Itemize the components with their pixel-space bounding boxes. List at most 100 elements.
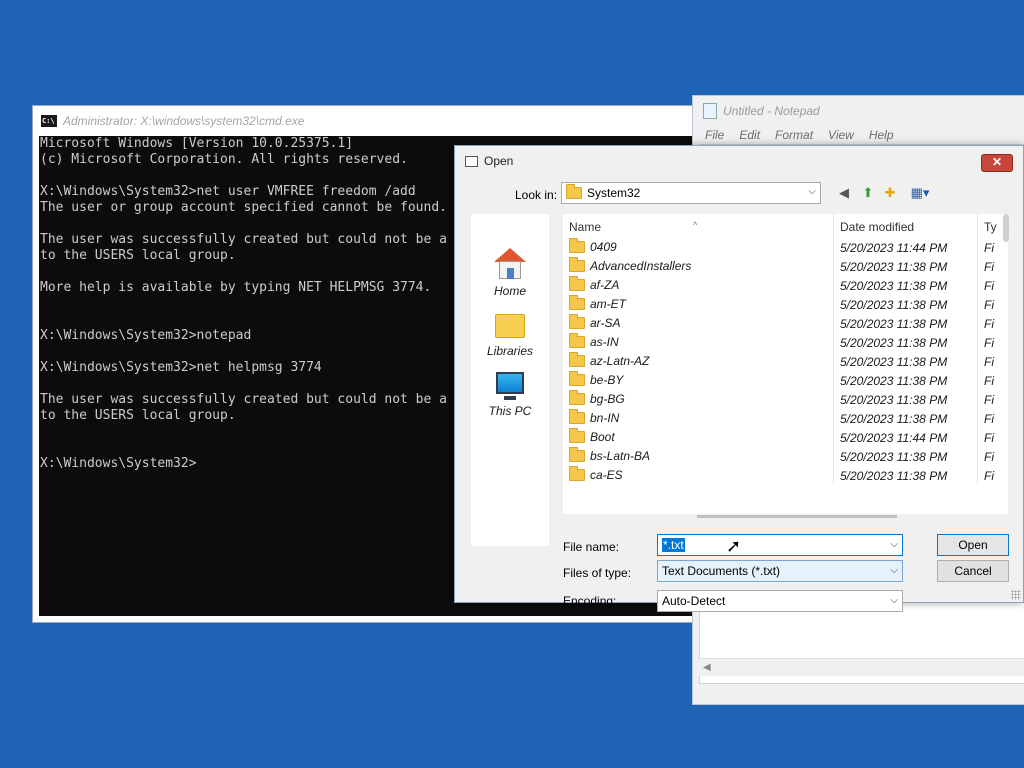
file-row[interactable]: ar-SA 5/20/2023 11:38 PM Fi (563, 314, 1008, 333)
column-date-modified[interactable]: Date modified (840, 220, 914, 234)
place-this-pc[interactable]: This PC (471, 372, 549, 418)
files-of-type-value: Text Documents (*.txt) (662, 564, 781, 578)
file-name-text: AdvancedInstallers (590, 259, 692, 273)
menu-help[interactable]: Help (869, 128, 894, 142)
encoding-value: Auto-Detect (662, 594, 726, 608)
file-row[interactable]: Boot 5/20/2023 11:44 PM Fi (563, 428, 1008, 447)
folder-icon (569, 352, 585, 367)
resize-grip-icon[interactable] (1011, 590, 1021, 600)
new-folder-icon[interactable]: ✚ (881, 184, 899, 202)
file-name-text: 0409 (590, 240, 617, 254)
folder-icon (569, 238, 585, 253)
look-in-value: System32 (587, 186, 641, 200)
places-bar: Home Libraries This PC (471, 214, 549, 546)
file-date-cell: 5/20/2023 11:38 PM (840, 279, 948, 293)
file-row[interactable]: af-ZA 5/20/2023 11:38 PM Fi (563, 276, 1008, 295)
place-label: Home (493, 284, 526, 298)
back-icon[interactable]: ◀ (835, 184, 853, 202)
file-type-cell: Fi (984, 336, 994, 350)
file-name-cell: ar-SA (569, 314, 621, 330)
look-in-label: Look in: (515, 188, 558, 202)
file-name-text: bn-IN (590, 411, 620, 425)
file-row[interactable]: am-ET 5/20/2023 11:38 PM Fi (563, 295, 1008, 314)
open-button[interactable]: Open (937, 534, 1009, 556)
file-name-text: am-ET (590, 297, 626, 311)
scroll-left-icon[interactable]: ◀ (703, 662, 711, 673)
file-date-cell: 5/20/2023 11:38 PM (840, 393, 948, 407)
file-list-horizontal-scrollbar[interactable] (697, 515, 897, 518)
notepad-menu-bar: File Edit Format View Help (693, 126, 1024, 144)
menu-file[interactable]: File (705, 128, 724, 142)
column-name[interactable]: Name (569, 220, 601, 234)
folder-icon (569, 428, 585, 443)
column-type[interactable]: Ty (984, 220, 997, 234)
cancel-button[interactable]: Cancel (937, 560, 1009, 582)
file-name-cell: as-IN (569, 333, 619, 349)
file-type-cell: Fi (984, 431, 994, 445)
chevron-down-icon[interactable]: ⌵ (808, 186, 816, 197)
file-name-cell: bn-IN (569, 409, 620, 425)
place-home[interactable]: Home (471, 248, 549, 298)
file-type-cell: Fi (984, 241, 994, 255)
file-name-cell: 0409 (569, 238, 617, 254)
file-name-text: ca-ES (590, 468, 623, 482)
notepad-horizontal-scrollbar[interactable]: ◀ (699, 658, 1024, 676)
menu-format[interactable]: Format (775, 128, 813, 142)
file-row[interactable]: bs-Latn-BA 5/20/2023 11:38 PM Fi (563, 447, 1008, 466)
chevron-down-icon[interactable]: ⌵ (890, 561, 898, 581)
chevron-down-icon[interactable]: ⌵ (890, 535, 898, 555)
folder-icon (569, 371, 585, 386)
file-row[interactable]: az-Latn-AZ 5/20/2023 11:38 PM Fi (563, 352, 1008, 371)
file-row[interactable]: be-BY 5/20/2023 11:38 PM Fi (563, 371, 1008, 390)
sort-ascending-icon: ^ (693, 220, 698, 230)
dialog-title-bar[interactable]: Open (455, 146, 1023, 176)
file-row[interactable]: ca-ES 5/20/2023 11:38 PM Fi (563, 466, 1008, 485)
file-date-cell: 5/20/2023 11:38 PM (840, 317, 948, 331)
file-name-text: bs-Latn-BA (590, 449, 651, 463)
file-type-cell: Fi (984, 317, 994, 331)
menu-view[interactable]: View (828, 128, 854, 142)
file-name-cell: be-BY (569, 371, 624, 387)
file-name-cell: Boot (569, 428, 615, 444)
mouse-cursor-icon: ➚ (726, 536, 742, 556)
file-type-cell: Fi (984, 469, 994, 483)
place-label: This PC (488, 404, 532, 418)
place-label: Libraries (486, 344, 534, 358)
file-name-cell: AdvancedInstallers (569, 257, 692, 273)
cmd-app-icon: C:\ (41, 115, 57, 127)
file-name-text: bg-BG (590, 392, 625, 406)
file-name-label: File name: (563, 540, 620, 554)
file-date-cell: 5/20/2023 11:44 PM (840, 431, 948, 445)
file-type-cell: Fi (984, 260, 994, 274)
close-button[interactable]: ✕ (981, 154, 1013, 172)
file-row[interactable]: bn-IN 5/20/2023 11:38 PM Fi (563, 409, 1008, 428)
cmd-title-bar[interactable]: C:\ Administrator: X:\windows\system32\c… (33, 106, 701, 136)
place-libraries[interactable]: Libraries (471, 314, 549, 358)
file-date-cell: 5/20/2023 11:38 PM (840, 260, 948, 274)
folder-icon (566, 184, 582, 199)
open-dialog[interactable]: Open ✕ Look in: System32 ⌵ ◀ ⬆ ✚ ▦▾ Home… (454, 145, 1024, 612)
dialog-title: Open (484, 154, 514, 168)
view-menu-icon[interactable]: ▦▾ (907, 184, 933, 202)
file-row[interactable]: 0409 5/20/2023 11:44 PM Fi (563, 238, 1008, 257)
file-list[interactable]: ^ Name Date modified Ty 0409 5/20/2023 11… (563, 214, 1008, 514)
chevron-down-icon[interactable]: ⌵ (890, 591, 898, 611)
file-row[interactable]: bg-BG 5/20/2023 11:38 PM Fi (563, 390, 1008, 409)
file-name-text: Boot (590, 430, 615, 444)
file-row[interactable]: as-IN 5/20/2023 11:38 PM Fi (563, 333, 1008, 352)
encoding-dropdown[interactable]: Auto-Detect ⌵ (657, 590, 903, 612)
file-row[interactable]: AdvancedInstallers 5/20/2023 11:38 PM Fi (563, 257, 1008, 276)
up-folder-icon[interactable]: ⬆ (859, 184, 877, 202)
file-name-input[interactable]: *.txt ⌵ (657, 534, 903, 556)
file-name-cell: az-Latn-AZ (569, 352, 649, 368)
file-name-text: be-BY (590, 373, 624, 387)
folder-icon (569, 390, 585, 405)
look-in-dropdown[interactable]: System32 ⌵ (561, 182, 821, 204)
dialog-body: Look in: System32 ⌵ ◀ ⬆ ✚ ▦▾ Home Librar… (463, 176, 1017, 612)
file-date-cell: 5/20/2023 11:38 PM (840, 298, 948, 312)
file-name-text: ar-SA (590, 316, 621, 330)
file-list-vertical-scrollbar[interactable] (1003, 214, 1009, 242)
menu-edit[interactable]: Edit (739, 128, 760, 142)
files-of-type-dropdown[interactable]: Text Documents (*.txt) ⌵ (657, 560, 903, 582)
notepad-title-bar[interactable]: Untitled - Notepad (693, 96, 1024, 126)
